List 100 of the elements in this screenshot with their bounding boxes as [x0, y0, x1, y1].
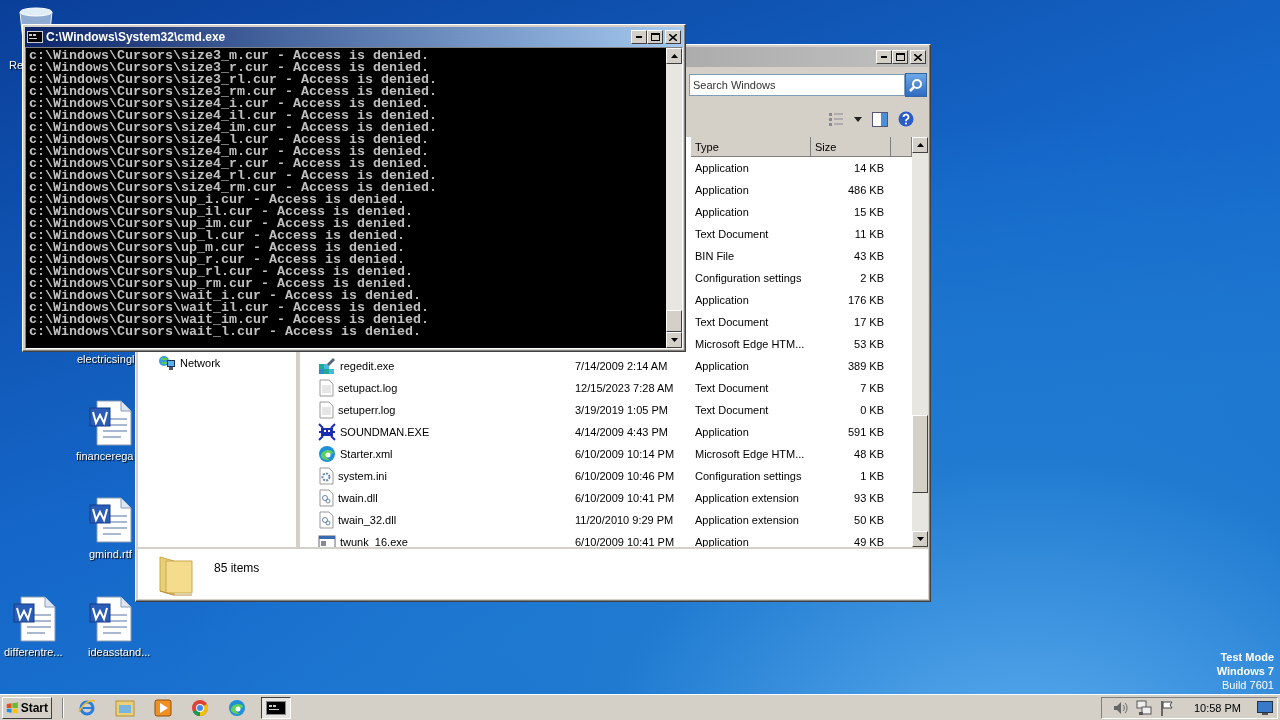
down-arrow-icon[interactable]	[670, 338, 678, 342]
up-arrow-icon[interactable]	[670, 54, 678, 58]
up-arrow-icon[interactable]	[916, 143, 924, 147]
windows-logo-icon	[6, 700, 19, 715]
console-line: c:\Windows\Cursors\wait_il.cur - Access is denied.	[29, 302, 430, 314]
file-date: 11/20/2010 9:29 PM	[575, 514, 674, 526]
console-line: c:\Windows\Cursors\size3_r.cur - Access is denied.	[29, 62, 429, 74]
maximize-button[interactable]	[647, 30, 663, 44]
preview-pane-icon[interactable]	[872, 111, 888, 127]
desktop-icon-label[interactable]: ideasstand...	[88, 646, 151, 658]
library-file-icon	[318, 489, 334, 507]
scrollbar[interactable]	[666, 48, 682, 348]
file-date: 6/10/2009 10:41 PM	[575, 536, 675, 547]
maximize-button[interactable]	[892, 50, 908, 64]
start-button[interactable]: Start	[2, 696, 52, 719]
search-field[interactable]: Search Windows	[689, 74, 905, 96]
console-line: c:\Windows\Cursors\size4_l.cur - Access is denied.	[29, 134, 430, 146]
file-type: Application	[695, 426, 749, 438]
column-header[interactable]: Size	[811, 137, 891, 157]
desktop-icon-label[interactable]: gmind.rtf	[89, 548, 132, 560]
folder-icon	[156, 553, 196, 597]
console-line: c:\Windows\Cursors\size3_m.cur - Access is denied.	[29, 50, 430, 62]
file-size: 7 KB	[860, 382, 884, 394]
network-icon[interactable]	[1135, 699, 1152, 716]
file-type: Microsoft Edge HTM...	[695, 338, 805, 350]
file-size: 17 KB	[854, 316, 884, 328]
file-size: 2 KB	[860, 272, 884, 284]
desktop-icon-label[interactable]: differentre...	[4, 646, 63, 658]
desktop-icon-label[interactable]: Re	[9, 59, 24, 71]
file-size: 49 KB	[854, 536, 884, 547]
minimize-button[interactable]	[631, 30, 647, 44]
scrollbar-thumb[interactable]	[912, 415, 928, 493]
maximize-icon	[895, 53, 905, 61]
file-type: Configuration settings	[695, 272, 802, 284]
file-name[interactable]: Starter.xml	[340, 448, 393, 460]
file-name[interactable]: twain_32.dll	[338, 514, 397, 526]
file-size: 0 KB	[860, 404, 884, 416]
console-line: c:\Windows\Cursors\up_l.cur - Access is denied.	[29, 230, 406, 242]
edge-icon	[318, 445, 336, 463]
file-type: Configuration settings	[695, 470, 802, 482]
file-date: 3/19/2019 1:05 PM	[575, 404, 668, 416]
file-size: 15 KB	[854, 206, 884, 218]
console-line: c:\Windows\Cursors\up_il.cur - Access is denied.	[29, 206, 414, 218]
console-icon[interactable]	[266, 700, 286, 715]
document-icon	[89, 497, 135, 543]
file-name[interactable]: setupact.log	[338, 382, 398, 394]
watermark-text: Test Mode	[1220, 650, 1274, 664]
file-type: Application	[695, 162, 749, 174]
file-type: BIN File	[695, 250, 735, 262]
console-line: c:\Windows\Cursors\up_m.cur - Access is denied.	[29, 242, 406, 254]
network-icon	[158, 355, 176, 371]
file-name[interactable]: SOUNDMAN.EXE	[340, 426, 430, 438]
taskbar-button[interactable]	[261, 696, 291, 719]
clock[interactable]: 10:58 PM	[1193, 701, 1241, 714]
registry-icon	[318, 357, 336, 375]
console-line: c:\Windows\Cursors\size4_rl.cur - Access is denied.	[29, 170, 438, 182]
watermark-text: Build 7601	[1222, 678, 1274, 692]
settings-file-icon	[318, 467, 334, 485]
file-name[interactable]: regedit.exe	[340, 360, 395, 372]
scrollbar-thumb[interactable]	[666, 310, 682, 332]
show-desktop-icon[interactable]	[1257, 700, 1273, 715]
down-arrow-icon[interactable]	[916, 537, 924, 541]
close-button[interactable]	[665, 30, 681, 44]
file-size: 11 KB	[854, 228, 884, 240]
file-name[interactable]: setuperr.log	[338, 404, 396, 416]
flag-icon[interactable]	[1159, 699, 1174, 716]
console-line: c:\Windows\Cursors\wait_i.cur - Access is denied.	[29, 290, 421, 302]
file-type: Text Document	[695, 404, 769, 416]
close-icon	[914, 53, 922, 61]
minimize-button[interactable]	[876, 50, 892, 64]
file-size: 1 KB	[860, 470, 884, 482]
caret-icon[interactable]	[854, 116, 862, 122]
file-size: 176 KB	[847, 294, 884, 306]
file-size: 93 KB	[854, 492, 884, 504]
column-header[interactable]: Type	[691, 137, 811, 157]
crab-icon	[318, 423, 336, 441]
document-icon	[89, 400, 135, 446]
close-button[interactable]	[910, 50, 926, 64]
console-line: c:\Windows\Cursors\size3_rl.cur - Access is denied.	[29, 74, 438, 86]
scrollbar[interactable]	[912, 137, 928, 547]
file-size: 48 KB	[854, 448, 884, 460]
text-file-icon	[318, 401, 334, 419]
file-type: Application	[695, 360, 749, 372]
file-size: 43 KB	[854, 250, 884, 262]
search-button[interactable]	[905, 73, 927, 97]
console-line: c:\Windows\Cursors\wait_l.cur - Access is denied.	[29, 326, 422, 338]
desktop-icon-label[interactable]: financerega	[76, 450, 134, 462]
console-line: c:\Windows\Cursors\up_r.cur - Access is denied.	[29, 254, 405, 266]
text-file-icon	[318, 379, 334, 397]
file-type: Text Document	[695, 316, 769, 328]
desktop-icon-label[interactable]: electricsingl	[77, 353, 135, 365]
file-type: Application extension	[695, 492, 799, 504]
file-name[interactable]: system.ini	[338, 470, 387, 482]
console-line: c:\Windows\Cursors\size4_i.cur - Access is denied.	[29, 98, 429, 110]
nav-item-label[interactable]: Network	[180, 357, 221, 369]
help-icon[interactable]	[898, 111, 914, 127]
file-name[interactable]: twain.dll	[338, 492, 378, 504]
minimize-icon	[881, 56, 887, 58]
minimize-icon	[636, 36, 642, 38]
file-date: 6/10/2009 10:41 PM	[575, 492, 675, 504]
